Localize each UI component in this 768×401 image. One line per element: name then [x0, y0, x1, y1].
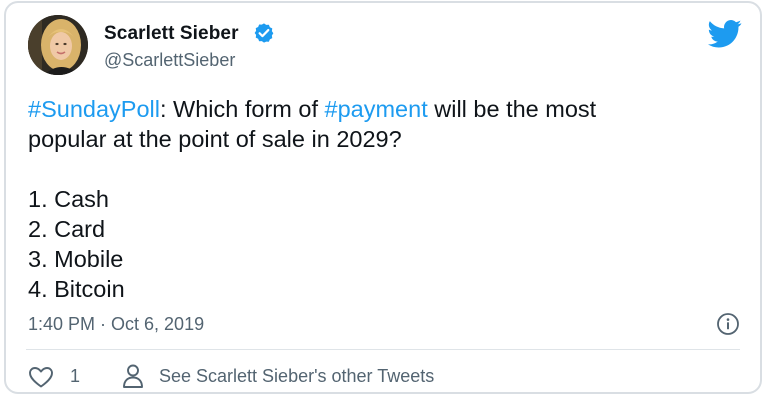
twitter-logo-icon[interactable] [708, 19, 742, 49]
hashtag-payment[interactable]: #payment [325, 96, 428, 122]
like-count[interactable]: 1 [70, 366, 80, 387]
tweet-line-1: #SundayPoll: Which form of #payment will… [28, 94, 728, 124]
other-tweets-link[interactable]: See Scarlett Sieber's other Tweets [159, 366, 434, 387]
verified-badge-icon [254, 23, 274, 43]
heart-icon[interactable] [28, 365, 54, 389]
person-icon[interactable] [122, 363, 144, 389]
info-icon[interactable] [716, 312, 740, 336]
poll-option-bitcoin: 4. Bitcoin [28, 276, 125, 302]
tweet-text-segment: will be the most [427, 96, 597, 122]
tweet-card: Scarlett Sieber @ScarlettSieber #SundayP… [4, 1, 762, 394]
tweet-line-2: popular at the point of sale in 2029? [28, 126, 402, 152]
hashtag-sundaypoll[interactable]: #SundayPoll [28, 96, 160, 122]
tweet-text-segment: : Which form of [159, 96, 325, 122]
tweet-timestamp[interactable]: 1:40 PM · Oct 6, 2019 [28, 314, 204, 335]
divider [26, 349, 740, 350]
tweet-text: #SundayPoll: Which form of #payment will… [28, 94, 728, 304]
poll-option-mobile: 3. Mobile [28, 246, 124, 272]
author-name[interactable]: Scarlett Sieber [104, 23, 239, 45]
poll-option-card: 2. Card [28, 216, 106, 242]
avatar[interactable] [28, 15, 88, 75]
avatar-image [28, 15, 88, 75]
poll-option-cash: 1. Cash [28, 186, 109, 212]
author-handle[interactable]: @ScarlettSieber [104, 50, 235, 71]
